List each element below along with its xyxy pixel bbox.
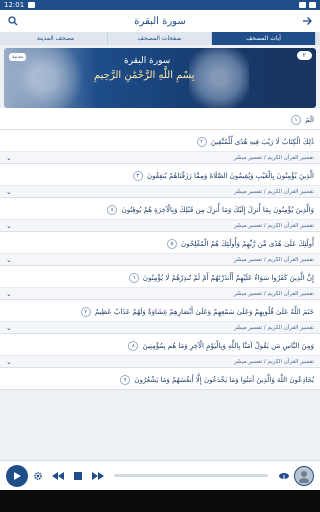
surah-header-banner: مدنية ٢ سورة البقرة بِسْمِ اللَّهِ الرَّ… — [4, 48, 316, 108]
ayah-text-content: ذَٰلِكَ الْكِتَابُ لَا رَيْبَ فِيهِ هُدً… — [210, 138, 314, 146]
tafsir-label: تفسير القرآن الكريم / تفسير ميسّر — [233, 358, 314, 365]
ayah-item[interactable]: وَالَّذِينَ يُؤْمِنُونَ بِمَا أُنزِلَ إِ… — [0, 198, 320, 232]
ayah-number-badge: ٩ — [120, 375, 131, 385]
tab-mushaf-pages[interactable]: صفحات المصحف — [108, 32, 212, 45]
tafsir-label: تفسير القرآن الكريم / تفسير ميسّر — [233, 256, 314, 263]
surah-name: سورة البقرة — [124, 56, 171, 66]
ayah-number-badge: ٤ — [107, 205, 118, 215]
tab-bar: مصحف المدينة صفحات المصحف آيات المصحف — [0, 32, 320, 45]
ayah-number-badge: ٧ — [80, 307, 91, 317]
ayah-item[interactable]: الَّذِينَ يُؤْمِنُونَ بِالْغَيْبِ وَيُقِ… — [0, 164, 320, 198]
wifi-icon — [299, 2, 306, 8]
chevron-down-icon: ⌄ — [6, 289, 12, 298]
settings-button[interactable] — [28, 468, 48, 484]
play-button[interactable] — [6, 464, 28, 487]
basmala: بِسْمِ اللَّهِ الرَّحْمَٰنِ الرَّحِيمِ — [94, 70, 195, 81]
tafsir-toggle[interactable]: ⌄ تفسير القرآن الكريم / تفسير ميسّر — [0, 185, 320, 197]
tafsir-toggle[interactable]: ⌄ تفسير القرآن الكريم / تفسير ميسّر — [0, 253, 320, 265]
ayah-number-badge: ٢ — [196, 137, 207, 147]
app-bar: سورة البقرة — [0, 10, 320, 32]
chevron-down-icon: ⌄ — [6, 187, 12, 196]
chevron-down-icon: ⌄ — [6, 153, 12, 162]
fast-forward-icon — [92, 471, 104, 480]
ayah-item[interactable]: أُولَٰئِكَ عَلَىٰ هُدًى مِّن رَّبِّهِمْ … — [0, 232, 320, 266]
ayah-text-content: خَتَمَ اللَّهُ عَلَىٰ قُلُوبِهِمْ وَعَلَ… — [94, 308, 314, 316]
chevron-down-icon: ⌄ — [6, 221, 12, 230]
tafsir-toggle[interactable]: ⌄ تفسير القرآن الكريم / تفسير ميسّر — [0, 151, 320, 163]
chevron-down-icon: ⌄ — [6, 323, 12, 332]
person-icon — [299, 470, 309, 483]
cloud-download-icon — [279, 472, 289, 480]
ayah-number-badge: ٣ — [132, 171, 143, 181]
ayah-text: يُخَادِعُونَ اللَّهَ وَالَّذِينَ آمَنُوا… — [0, 368, 320, 389]
ayah-text-content: الَّذِينَ يُؤْمِنُونَ بِالْغَيْبِ وَيُقِ… — [146, 172, 314, 180]
tafsir-label: تفسير القرآن الكريم / تفسير ميسّر — [233, 154, 314, 161]
tafsir-toggle[interactable]: ⌄ تفسير القرآن الكريم / تفسير ميسّر — [0, 219, 320, 231]
system-nav-bar — [0, 490, 320, 512]
tafsir-label: تفسير القرآن الكريم / تفسير ميسّر — [233, 222, 314, 229]
ayah-number-badge: ٨ — [128, 341, 139, 351]
stop-button[interactable] — [68, 468, 88, 484]
ornament-decoration — [189, 48, 249, 108]
notification-icon — [28, 2, 36, 8]
rewind-icon — [52, 471, 64, 480]
tafsir-label: تفسير القرآن الكريم / تفسير ميسّر — [233, 290, 314, 297]
ayah-number-badge: ١ — [291, 115, 302, 125]
ayah-item[interactable]: الٓمٓ ١ — [0, 108, 320, 130]
ayah-text: وَمِنَ النَّاسِ مَن يَقُولُ آمَنَّا بِال… — [0, 334, 320, 355]
tab-madina-mushaf[interactable]: مصحف المدينة — [4, 32, 108, 45]
tafsir-label: تفسير القرآن الكريم / تفسير ميسّر — [233, 188, 314, 195]
play-icon — [14, 471, 21, 480]
ayat-list[interactable]: الٓمٓ ١ ذَٰلِكَ الْكِتَابُ لَا رَيْبَ فِ… — [0, 108, 320, 460]
ayah-text: خَتَمَ اللَّهُ عَلَىٰ قُلُوبِهِمْ وَعَلَ… — [0, 300, 320, 321]
ayah-text-content: وَالَّذِينَ يُؤْمِنُونَ بِمَا أُنزِلَ إِ… — [121, 206, 314, 214]
search-button[interactable] — [5, 13, 21, 29]
tafsir-toggle[interactable]: ⌄ تفسير القرآن الكريم / تفسير ميسّر — [0, 355, 320, 367]
ayah-text: وَالَّذِينَ يُؤْمِنُونَ بِمَا أُنزِلَ إِ… — [0, 198, 320, 219]
ayah-item[interactable]: إِنَّ الَّذِينَ كَفَرُوا سَوَاءٌ عَلَيْه… — [0, 266, 320, 300]
arrow-right-icon — [302, 17, 312, 25]
ayah-number-badge: ٥ — [166, 239, 177, 249]
reciter-avatar[interactable] — [294, 465, 314, 486]
search-icon — [8, 16, 18, 26]
playback-progress[interactable] — [114, 474, 268, 477]
battery-icon — [309, 2, 316, 8]
ayah-text: ذَٰلِكَ الْكِتَابُ لَا رَيْبَ فِيهِ هُدً… — [0, 130, 320, 151]
ayah-text: إِنَّ الَّذِينَ كَفَرُوا سَوَاءٌ عَلَيْه… — [0, 266, 320, 287]
chevron-down-icon: ⌄ — [6, 255, 12, 264]
surah-number-badge: ٢ — [296, 51, 312, 60]
ayah-item[interactable]: خَتَمَ اللَّهُ عَلَىٰ قُلُوبِهِمْ وَعَلَ… — [0, 300, 320, 334]
ayah-text-content: الٓمٓ — [305, 116, 314, 124]
download-button[interactable] — [274, 468, 294, 484]
ayah-item[interactable]: وَمِنَ النَّاسِ مَن يَقُولُ آمَنَّا بِال… — [0, 334, 320, 368]
audio-player — [0, 460, 320, 490]
page-title: سورة البقرة — [134, 15, 186, 27]
ayah-item[interactable]: يُخَادِعُونَ اللَّهَ وَالَّذِينَ آمَنُوا… — [0, 368, 320, 390]
stop-icon — [74, 471, 82, 480]
tafsir-toggle[interactable]: ⌄ تفسير القرآن الكريم / تفسير ميسّر — [0, 287, 320, 299]
ayah-text-content: يُخَادِعُونَ اللَّهَ وَالَّذِينَ آمَنُوا… — [134, 376, 314, 384]
ayah-text: الَّذِينَ يُؤْمِنُونَ بِالْغَيْبِ وَيُقِ… — [0, 164, 320, 185]
ayah-text: أُولَٰئِكَ عَلَىٰ هُدًى مِّن رَّبِّهِمْ … — [0, 232, 320, 253]
tafsir-label: تفسير القرآن الكريم / تفسير ميسّر — [233, 324, 314, 331]
tab-mushaf-ayat[interactable]: آيات المصحف — [212, 32, 316, 45]
ayah-number-badge: ٦ — [128, 273, 139, 283]
gear-icon — [34, 471, 42, 480]
status-bar: 12:01 — [0, 0, 320, 10]
status-time: 12:01 — [4, 1, 25, 9]
ayah-text-content: أُولَٰئِكَ عَلَىٰ هُدًى مِّن رَّبِّهِمْ … — [181, 240, 314, 248]
revelation-badge: مدنية — [9, 53, 26, 61]
ayah-text-content: وَمِنَ النَّاسِ مَن يَقُولُ آمَنَّا بِال… — [142, 342, 314, 350]
rewind-button[interactable] — [48, 468, 68, 484]
back-button[interactable] — [299, 13, 315, 29]
ayah-item[interactable]: ذَٰلِكَ الْكِتَابُ لَا رَيْبَ فِيهِ هُدً… — [0, 130, 320, 164]
tafsir-toggle[interactable]: ⌄ تفسير القرآن الكريم / تفسير ميسّر — [0, 321, 320, 333]
ayah-text: الٓمٓ ١ — [0, 108, 320, 129]
ayah-text-content: إِنَّ الَّذِينَ كَفَرُوا سَوَاءٌ عَلَيْه… — [142, 274, 314, 282]
fast-forward-button[interactable] — [88, 468, 108, 484]
chevron-down-icon: ⌄ — [6, 357, 12, 366]
